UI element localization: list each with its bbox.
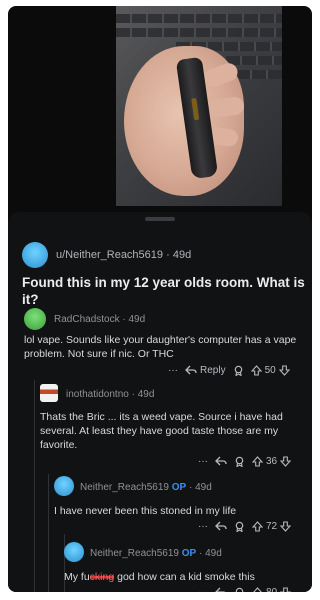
comment-text: I have never been this stoned in my life [54,505,237,517]
post-author[interactable]: u/Neither_Reach5619 [56,249,163,261]
comment-actions: ··· 36 [198,454,292,468]
more-icon[interactable]: ··· [198,521,208,532]
comment-actions: ··· Reply 50 [168,363,290,377]
comment-avatar[interactable] [54,476,74,496]
reply-button[interactable]: Reply [185,365,226,376]
comment-text: My fucking god how can a kid smoke this [64,570,300,584]
vote-group: 50 [250,364,290,376]
reply-arrow-icon[interactable] [215,587,227,592]
keyboard-row [226,56,282,65]
upvote-icon[interactable] [252,586,263,593]
comment-meta: inothatidontno · 49d [66,389,154,400]
more-icon[interactable]: ··· [198,456,208,467]
comment-meta: Neither_Reach5619 OP · 49d [90,548,222,559]
comment-author[interactable]: inothatidontno [66,389,129,400]
downvote-icon[interactable] [280,520,292,532]
meta-separator: · [188,482,193,493]
comment-meta: RadChadstock · 49d [54,314,145,325]
comment-age: 49d [195,482,212,493]
downvote-icon[interactable] [280,455,292,467]
comment-age: 49d [128,314,146,325]
comment-text-start: My fu [64,571,90,583]
comment-text-end: god how can a kid smoke this [114,571,255,583]
meta-separator: · [198,548,203,559]
reply-label: Reply [200,364,226,376]
post-title: Found this in my 12 year olds room. What… [22,275,305,307]
downvote-icon[interactable] [278,364,290,376]
comment-author[interactable]: Neither_Reach5619 [80,482,169,493]
reply-arrow-icon[interactable] [215,456,227,466]
post-meta: u/Neither_Reach5619 · 49d [56,249,191,261]
award-icon[interactable] [234,587,245,593]
keyboard-row [236,70,282,79]
meta-separator: · [122,314,126,325]
post-author-avatar[interactable] [22,242,48,268]
vote-group: 36 [252,455,292,467]
op-badge: OP [171,482,187,493]
comment-age: 49d [205,548,222,559]
award-icon[interactable] [233,365,244,376]
comment-text: Thats the Bric ... its a weed vape. Sour… [40,411,283,451]
award-icon[interactable] [234,456,245,467]
comment-avatar[interactable] [40,384,58,402]
meta-separator: · [131,389,135,400]
comment-author[interactable]: Neither_Reach5619 [90,548,179,559]
vote-count: 50 [264,364,276,376]
censored-word: cking [89,571,115,583]
reply-arrow-icon[interactable] [215,521,227,531]
vote-group: 72 [252,520,292,532]
vote-count: 36 [266,455,278,467]
comment-avatar[interactable] [64,542,84,562]
comment-actions: ··· 80 [198,585,292,593]
comment-avatar[interactable] [24,308,46,330]
upvote-icon[interactable] [250,364,262,376]
vape-window [191,97,200,121]
thread-line[interactable] [48,474,49,592]
more-icon[interactable]: ··· [198,587,208,593]
comment-actions: ··· 72 [198,519,292,533]
drag-handle[interactable] [145,217,175,221]
vote-group: 80 [252,586,292,593]
vote-count: 80 [266,586,278,593]
upvote-icon[interactable] [252,455,263,467]
more-icon[interactable]: ··· [168,365,178,376]
post-image[interactable] [116,6,282,206]
comment-age: 49d [137,389,155,400]
downvote-icon[interactable] [280,586,292,593]
comment-meta: Neither_Reach5619 OP · 49d [80,482,212,493]
award-icon[interactable] [234,521,245,532]
screenshot-frame: u/Neither_Reach5619 · 49d Found this in … [8,6,312,592]
thread-line[interactable] [34,380,35,592]
op-badge: OP [181,548,197,559]
comment-author[interactable]: RadChadstock [54,314,120,325]
comment-text: lol vape. Sounds like your daughter's co… [24,334,297,360]
upvote-icon[interactable] [252,520,263,532]
reply-arrow-icon [185,365,197,375]
post-age: 49d [172,249,192,261]
vote-count: 72 [266,520,278,532]
meta-separator: · [166,249,170,261]
keyboard-row [116,28,282,37]
comments-sheet: u/Neither_Reach5619 · 49d Found this in … [8,212,312,592]
keyboard-row [116,14,282,23]
